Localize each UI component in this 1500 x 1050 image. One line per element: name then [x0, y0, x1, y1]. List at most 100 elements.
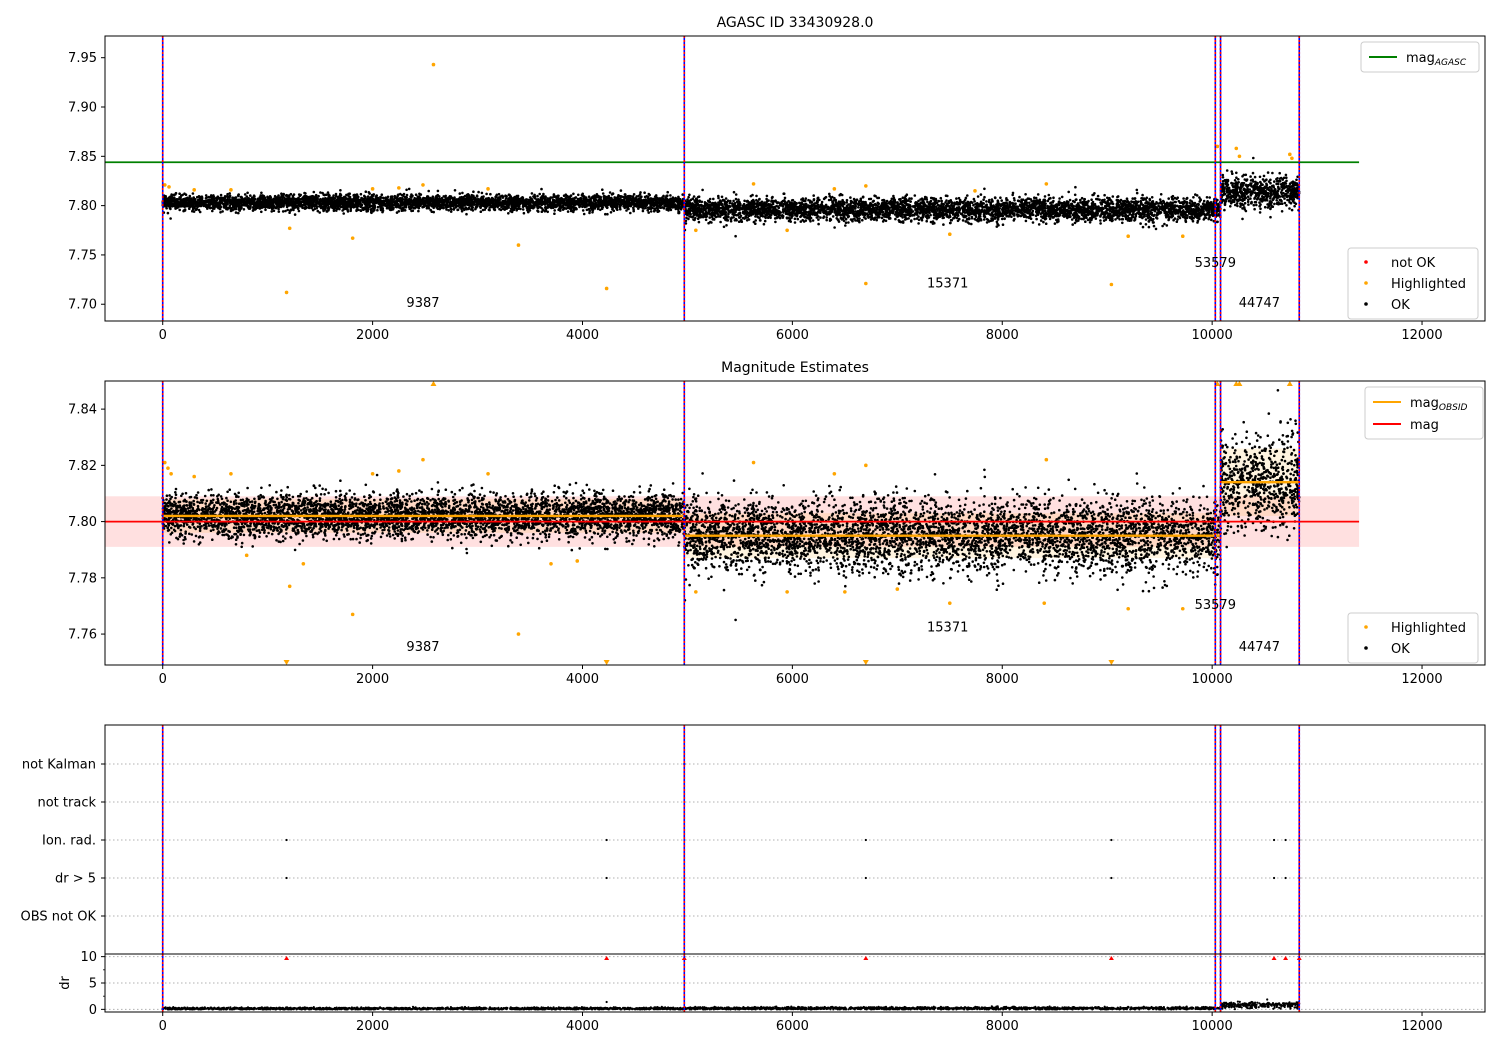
- ok-point: [303, 207, 307, 210]
- ok-point: [538, 202, 541, 205]
- ok-point: [849, 196, 852, 199]
- ok-point: [176, 200, 180, 204]
- ok-point: [293, 202, 296, 205]
- ok-point: [356, 205, 359, 209]
- ok-point: [463, 199, 467, 203]
- ok-point: [186, 202, 189, 206]
- ok-point: [604, 195, 607, 198]
- ok-point: [532, 205, 536, 208]
- ok-point: [183, 200, 186, 204]
- ok-point: [463, 194, 467, 198]
- ok-point: [500, 202, 504, 206]
- ok-point: [530, 200, 533, 203]
- ok-point: [237, 211, 240, 215]
- ok-point: [421, 205, 424, 209]
- ok-point: [381, 201, 384, 204]
- ok-point: [577, 193, 580, 197]
- ok-point: [334, 192, 338, 196]
- ok-point: [496, 198, 500, 201]
- ok-point: [188, 194, 192, 198]
- ok-point: [191, 205, 195, 209]
- ok-point: [332, 194, 335, 197]
- ok-point: [331, 205, 335, 208]
- ok-point: [590, 204, 594, 208]
- ok-point: [601, 188, 604, 191]
- ok-point: [310, 196, 313, 200]
- ok-point: [504, 199, 507, 202]
- ok-point: [184, 204, 187, 208]
- ok-point: [614, 196, 617, 200]
- ok-point: [446, 197, 450, 201]
- ok-point: [266, 195, 269, 199]
- ok-point: [372, 206, 375, 210]
- ok-point: [419, 203, 422, 207]
- ok-point: [329, 202, 333, 205]
- ok-point: [342, 203, 345, 206]
- ok-point: [347, 192, 350, 196]
- ok-point: [1150, 212, 1153, 215]
- ok-point: [293, 213, 297, 216]
- ok-point: [662, 200, 665, 203]
- ok-point: [453, 201, 457, 204]
- ok-point: [1047, 193, 1051, 197]
- ok-point: [583, 197, 587, 200]
- ok-point: [825, 216, 828, 219]
- ok-point: [461, 191, 464, 195]
- ok-point: [688, 193, 691, 197]
- ok-point: [178, 208, 181, 212]
- ok-point: [419, 193, 423, 196]
- ok-point: [173, 201, 177, 204]
- ok-point: [229, 209, 233, 213]
- ok-point: [629, 211, 632, 215]
- ok-point: [658, 197, 662, 200]
- ok-point: [302, 203, 306, 206]
- ok-point: [234, 211, 238, 214]
- ok-point: [676, 198, 680, 201]
- ok-point: [240, 200, 244, 203]
- ok-point: [238, 209, 241, 212]
- ok-point: [611, 192, 615, 196]
- ok-point: [527, 210, 530, 214]
- ok-point: [490, 201, 493, 204]
- ok-point: [572, 203, 576, 207]
- ok-point: [243, 197, 247, 200]
- ok-point: [519, 207, 522, 211]
- ok-point: [178, 205, 182, 208]
- ok-point: [310, 206, 314, 209]
- ok-point: [1175, 220, 1179, 223]
- ok-point: [326, 206, 330, 210]
- ok-point: [979, 193, 983, 196]
- ok-point: [452, 207, 456, 210]
- figure: AGASC ID 33430928.0 9387153715357944747 …: [0, 0, 1500, 1050]
- ok-point: [236, 199, 240, 203]
- ok-point: [510, 202, 514, 205]
- ok-point: [524, 202, 527, 206]
- ok-point: [307, 204, 311, 208]
- ok-point: [653, 208, 657, 212]
- ok-point: [238, 202, 241, 206]
- ok-point: [310, 199, 313, 203]
- ok-point: [522, 204, 525, 207]
- ok-point: [436, 189, 440, 193]
- ok-point: [504, 194, 507, 197]
- ok-point: [357, 201, 360, 205]
- ok-point: [272, 209, 276, 212]
- ok-point: [1096, 194, 1100, 198]
- ok-point: [1147, 225, 1151, 229]
- ok-point: [279, 202, 283, 206]
- ok-point: [296, 207, 300, 210]
- ok-point: [252, 203, 256, 207]
- ok-point: [471, 195, 475, 198]
- ok-point: [421, 200, 424, 203]
- ok-point: [322, 201, 325, 204]
- ok-point: [352, 194, 356, 197]
- ok-point: [539, 199, 542, 202]
- ok-point: [410, 196, 413, 199]
- ok-point: [669, 194, 672, 197]
- ok-point: [442, 195, 446, 198]
- ok-point: [554, 199, 557, 203]
- ok-point: [490, 205, 494, 208]
- ok-point: [377, 202, 381, 206]
- ok-point: [587, 207, 591, 211]
- ok-point: [528, 206, 532, 210]
